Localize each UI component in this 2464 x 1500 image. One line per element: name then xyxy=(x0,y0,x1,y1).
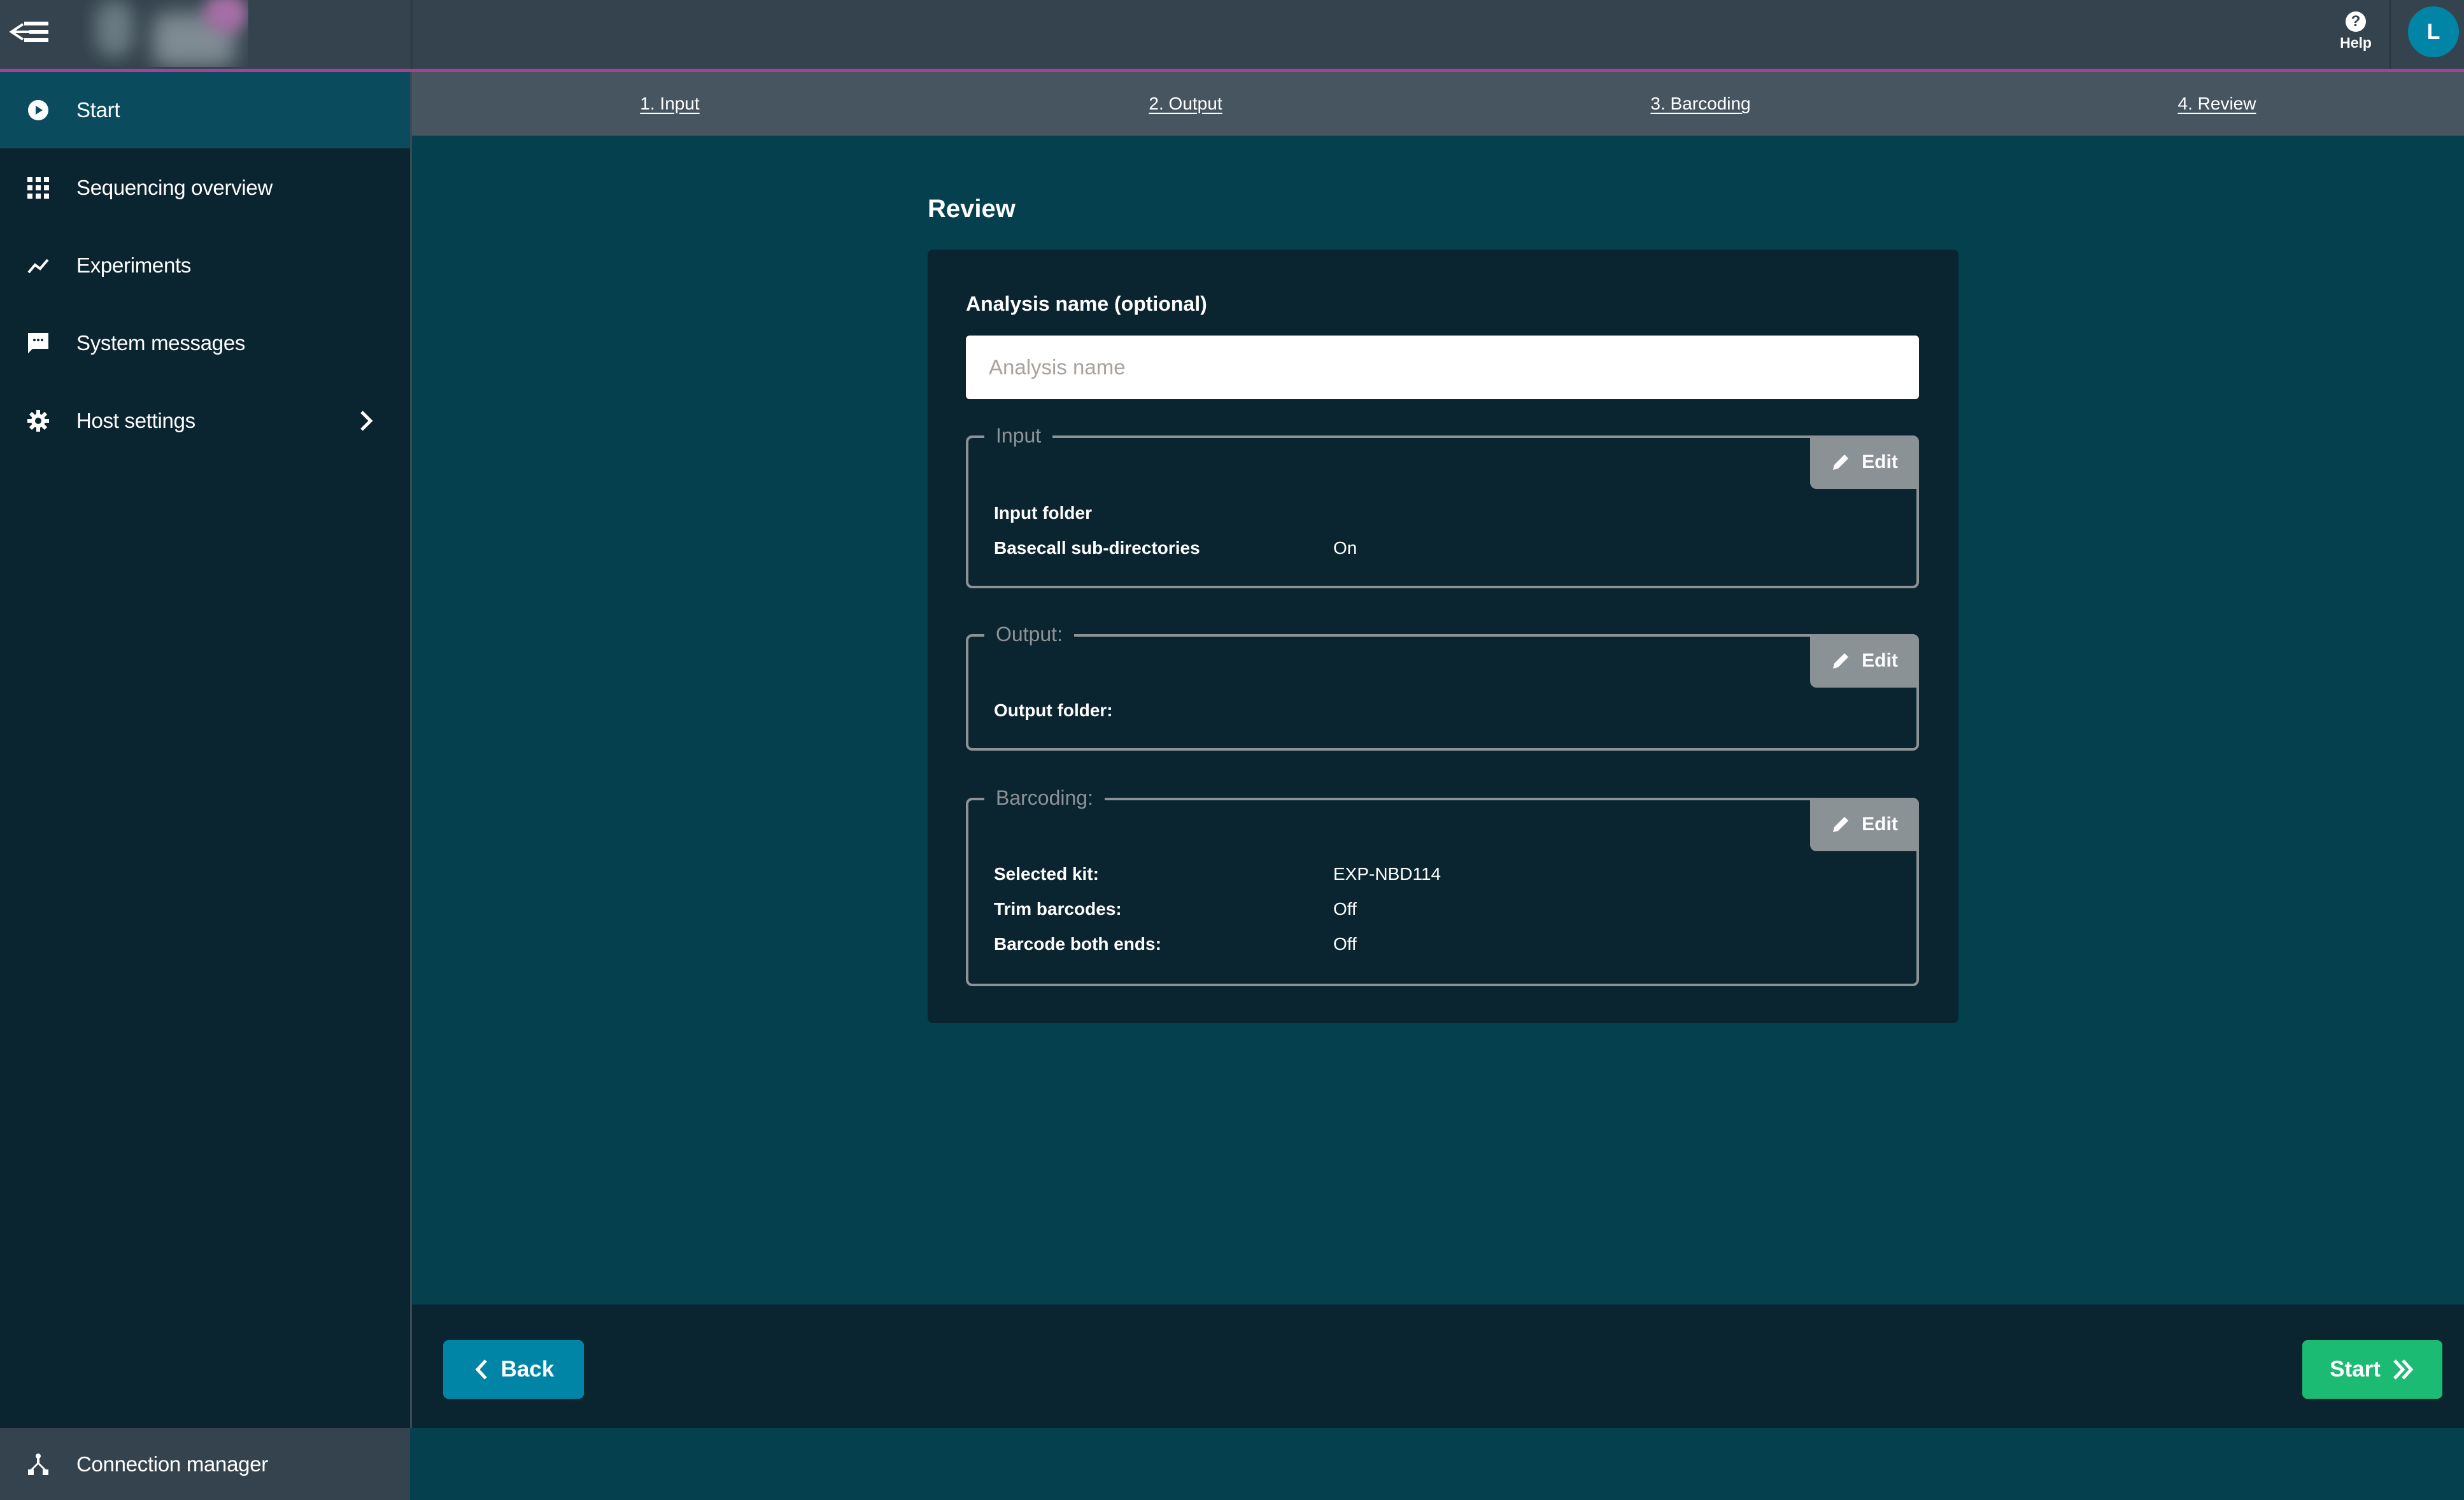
sidebar-item-label: Start xyxy=(76,98,120,122)
edit-input-button[interactable]: Edit xyxy=(1810,435,1919,489)
grid-icon xyxy=(25,175,51,201)
pencil-icon xyxy=(1833,455,1849,470)
edit-label: Edit xyxy=(1862,650,1898,671)
analysis-name-label: Analysis name (optional) xyxy=(966,292,1207,315)
row-label: Trim barcodes: xyxy=(994,899,1122,919)
pencil-icon xyxy=(1833,653,1849,669)
row-label: Output folder: xyxy=(994,700,1113,720)
start-label: Start xyxy=(2330,1357,2381,1382)
edit-output-button[interactable]: Edit xyxy=(1810,634,1919,688)
top-bar: ? Help L xyxy=(0,0,2464,72)
double-chevron-right-icon xyxy=(2393,1359,2414,1380)
sidebar-item-host-settings[interactable]: Host settings xyxy=(0,383,410,459)
section-legend: Barcoding: xyxy=(984,781,1105,814)
footer-bar: Back Start xyxy=(412,1305,2464,1428)
step-tabs: 1. Input 2. Output 3. Barcoding 4. Revie… xyxy=(412,72,2464,136)
sidebar-item-label: Sequencing overview xyxy=(76,176,273,199)
review-card: Analysis name (optional) Input Edit Inpu… xyxy=(928,250,1958,1023)
row-value: On xyxy=(1333,538,1357,558)
collapse-menu-button[interactable] xyxy=(6,14,57,52)
app-logo xyxy=(83,0,248,67)
sidebar: Start Sequencing overview Experiments Sy… xyxy=(0,72,412,1500)
user-avatar[interactable]: L xyxy=(2408,6,2459,57)
divider xyxy=(411,0,413,69)
row-label: Basecall sub-directories xyxy=(994,538,1200,558)
network-icon xyxy=(25,1452,51,1477)
chevron-right-icon xyxy=(353,408,378,434)
collapse-menu-icon xyxy=(9,22,48,42)
sidebar-item-label: Connection manager xyxy=(76,1452,268,1476)
edit-label: Edit xyxy=(1862,451,1898,472)
edit-label: Edit xyxy=(1862,814,1898,835)
message-icon xyxy=(25,330,51,356)
sidebar-item-sequencing-overview[interactable]: Sequencing overview xyxy=(0,150,410,226)
sidebar-item-connection-manager[interactable]: Connection manager xyxy=(0,1428,410,1500)
barcoding-section: Barcoding: Edit Selected kit: EXP-NBD114… xyxy=(966,781,1919,986)
page-title: Review xyxy=(928,195,1016,223)
sidebar-item-label: System messages xyxy=(76,331,246,355)
chevron-left-icon xyxy=(475,1359,487,1380)
help-label: Help xyxy=(2340,34,2372,51)
sidebar-item-system-messages[interactable]: System messages xyxy=(0,305,410,381)
gear-icon xyxy=(25,408,51,434)
back-label: Back xyxy=(500,1357,555,1382)
sidebar-item-label: Experiments xyxy=(76,253,192,277)
start-button[interactable]: Start xyxy=(2302,1340,2442,1399)
output-section: Output: Edit Output folder: xyxy=(966,618,1919,751)
sidebar-item-start[interactable]: Start xyxy=(0,72,410,148)
row-label: Input folder xyxy=(994,503,1092,523)
row-value: Off xyxy=(1333,899,1357,919)
tab-review[interactable]: 4. Review xyxy=(2178,72,2256,136)
tab-input[interactable]: 1. Input xyxy=(640,72,699,136)
input-section: Input Edit Input folder Basecall sub-dir… xyxy=(966,419,1919,588)
help-button[interactable]: ? Help xyxy=(2327,8,2384,59)
divider xyxy=(2390,0,2391,69)
row-label: Selected kit: xyxy=(994,864,1099,884)
row-label: Barcode both ends: xyxy=(994,934,1161,954)
play-circle-icon xyxy=(25,97,51,123)
row-value: EXP-NBD114 xyxy=(1333,864,1441,884)
row-value: Off xyxy=(1333,934,1357,954)
tab-output[interactable]: 2. Output xyxy=(1149,72,1222,136)
trend-line-icon xyxy=(25,253,51,278)
question-circle-icon: ? xyxy=(2346,11,2366,32)
sidebar-item-experiments[interactable]: Experiments xyxy=(0,227,410,304)
back-button[interactable]: Back xyxy=(443,1340,584,1399)
section-legend: Output: xyxy=(984,618,1074,651)
analysis-name-input[interactable] xyxy=(966,336,1919,399)
section-legend: Input xyxy=(984,419,1053,452)
pencil-icon xyxy=(1833,817,1849,832)
edit-barcoding-button[interactable]: Edit xyxy=(1810,798,1919,851)
tab-barcoding[interactable]: 3. Barcoding xyxy=(1650,72,1750,136)
sidebar-item-label: Host settings xyxy=(76,409,195,432)
